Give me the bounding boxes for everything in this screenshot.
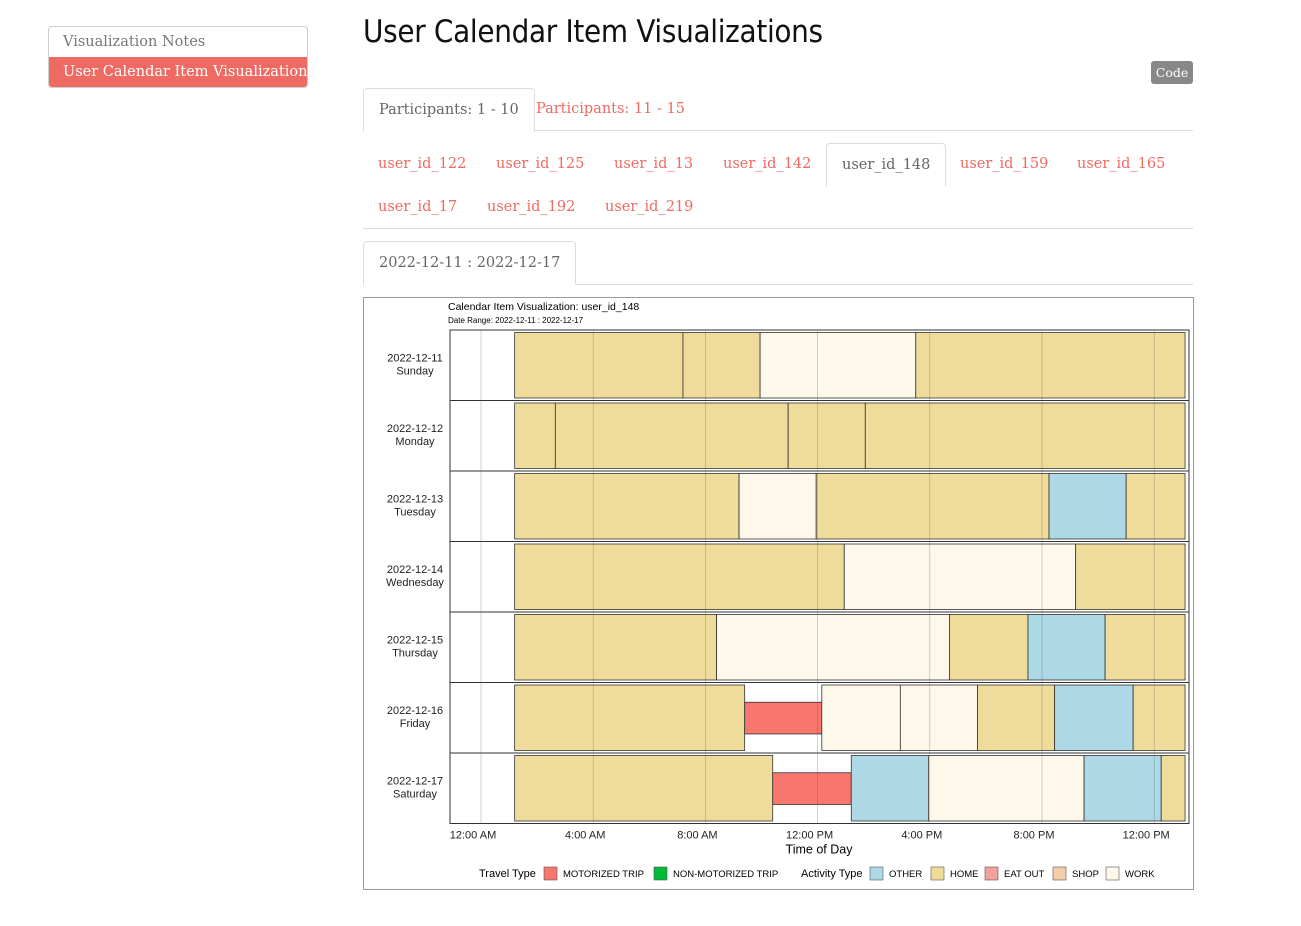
x-tick-label: 8:00 PM — [1014, 830, 1055, 842]
legend-swatch — [653, 866, 668, 881]
legend-swatch — [1105, 866, 1120, 881]
activity-bar — [1027, 614, 1106, 681]
chart-subtitle: Date Range: 2022-12-11 : 2022-12-17 — [448, 316, 584, 325]
activity-bar — [554, 402, 789, 469]
x-tick-label: 8:00 AM — [677, 830, 717, 842]
calendar-chart: Calendar Item Visualization: user_id_148… — [386, 301, 1190, 881]
day-weekday-label: Wednesday — [386, 577, 444, 589]
legend-label: MOTORIZED TRIP — [563, 869, 644, 880]
activity-bar — [1125, 473, 1186, 540]
activity-bar — [514, 755, 774, 822]
legend-label: WORK — [1125, 869, 1155, 880]
legend-label: OTHER — [889, 869, 922, 880]
tab-participants-11-15[interactable]: Participants: 11 - 15 — [521, 88, 700, 130]
day-weekday-label: Saturday — [393, 788, 438, 800]
tab-user-id-148[interactable]: user_id_148 — [826, 143, 947, 187]
activity-bar — [815, 473, 1050, 540]
page-title: User Calendar Item Visualizations — [363, 14, 823, 50]
activity-bar — [821, 684, 901, 751]
code-button[interactable]: Code — [1151, 61, 1193, 84]
legend-swatch — [869, 866, 884, 881]
legend-label: NON-MOTORIZED TRIP — [673, 869, 778, 880]
activity-bar — [514, 543, 845, 610]
activity-bar — [850, 755, 929, 822]
day-date-label: 2022-12-12 — [387, 423, 443, 435]
legend-swatch — [1052, 866, 1067, 881]
x-axis-title: Time of Day — [786, 843, 854, 857]
activity-bar — [787, 402, 866, 469]
legend-swatch — [984, 866, 999, 881]
activity-bar — [977, 684, 1056, 751]
legend-label: EAT OUT — [1004, 869, 1044, 880]
activity-bar — [1054, 684, 1134, 751]
activity-bar — [514, 332, 684, 399]
activity-bar — [864, 402, 1186, 469]
legend-swatch — [930, 866, 945, 881]
x-tick-label: 4:00 PM — [901, 830, 942, 842]
date-range-tabs: 2022-12-11 : 2022-12-17 — [363, 241, 1193, 285]
trip-bar — [744, 701, 823, 735]
activity-bar — [682, 332, 761, 399]
activity-bar — [1083, 755, 1162, 822]
legend-label: HOME — [950, 869, 979, 880]
activity-bar — [843, 543, 1077, 610]
day-weekday-label: Thursday — [392, 647, 438, 659]
table-of-contents: Visualization Notes User Calendar Item V… — [48, 26, 308, 88]
tab-user-id-165[interactable]: user_id_165 — [1062, 143, 1180, 185]
tab-user-id-142[interactable]: user_id_142 — [708, 143, 826, 185]
day-date-label: 2022-12-15 — [387, 634, 443, 646]
activity-bar — [1048, 473, 1127, 540]
legend-travel-title: Travel Type — [479, 868, 536, 880]
toc-item-user-calendar-item-visualizations[interactable]: User Calendar Item Visualizations — [49, 57, 307, 87]
activity-bar — [899, 684, 978, 751]
x-tick-label: 4:00 AM — [565, 830, 605, 842]
tab-participants-1-10[interactable]: Participants: 1 - 10 — [363, 88, 535, 132]
tab-user-id-192[interactable]: user_id_192 — [472, 186, 590, 228]
tab-user-id-219[interactable]: user_id_219 — [590, 186, 708, 228]
chart-title: Calendar Item Visualization: user_id_148 — [448, 301, 639, 313]
day-weekday-label: Friday — [400, 718, 431, 730]
day-weekday-label: Sunday — [396, 365, 434, 377]
activity-bar — [927, 755, 1085, 822]
day-date-label: 2022-12-13 — [387, 493, 443, 505]
legend-swatch — [543, 866, 558, 881]
activity-bar — [738, 473, 817, 540]
activity-bar — [514, 614, 718, 681]
activity-bar — [716, 614, 950, 681]
activity-bar — [1160, 755, 1186, 822]
tab-user-id-159[interactable]: user_id_159 — [945, 143, 1063, 185]
participant-group-tabs: Participants: 1 - 10 Participants: 11 - … — [363, 88, 1193, 132]
day-weekday-label: Monday — [395, 436, 435, 448]
tab-date-range[interactable]: 2022-12-11 : 2022-12-17 — [363, 241, 577, 285]
day-date-label: 2022-12-16 — [387, 705, 443, 717]
user-tabs: user_id_122 user_id_125 user_id_13 user_… — [363, 143, 1193, 229]
calendar-chart-figure: Calendar Item Visualization: user_id_148… — [363, 297, 1194, 890]
day-weekday-label: Tuesday — [394, 506, 436, 518]
tab-user-id-125[interactable]: user_id_125 — [481, 143, 599, 185]
activity-bar — [1132, 684, 1186, 751]
tab-user-id-13[interactable]: user_id_13 — [599, 143, 708, 185]
tab-user-id-17[interactable]: user_id_17 — [363, 186, 472, 228]
tab-user-id-122[interactable]: user_id_122 — [363, 143, 481, 185]
day-date-label: 2022-12-14 — [387, 564, 443, 576]
activity-bar — [514, 402, 556, 469]
day-date-label: 2022-12-17 — [387, 775, 443, 787]
activity-bar — [949, 614, 1029, 681]
toc-item-visualization-notes[interactable]: Visualization Notes — [49, 27, 307, 57]
x-tick-label: 12:00 PM — [1123, 830, 1170, 842]
day-date-label: 2022-12-11 — [387, 352, 442, 364]
activity-bar — [1104, 614, 1186, 681]
trip-bar — [772, 772, 852, 805]
x-tick-label: 12:00 PM — [786, 830, 833, 842]
activity-bar — [759, 332, 917, 399]
x-tick-label: 12:00 AM — [450, 830, 496, 842]
activity-bar — [915, 332, 1186, 399]
activity-bar — [1075, 543, 1186, 610]
activity-bar — [514, 684, 746, 751]
legend-label: SHOP — [1072, 869, 1099, 880]
legend-activity-title: Activity Type — [801, 868, 863, 880]
